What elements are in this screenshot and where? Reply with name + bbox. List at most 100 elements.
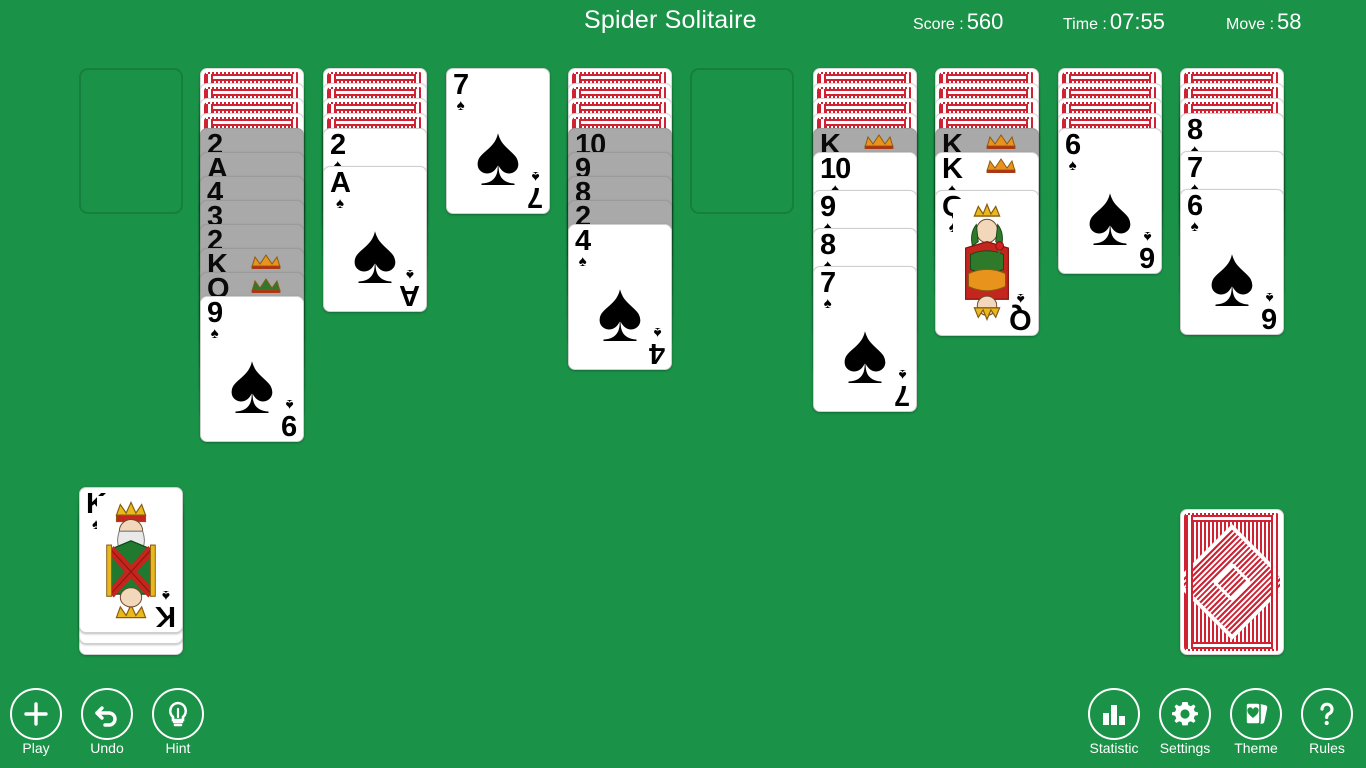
playing-card-6-spade[interactable]: 6 ♠ ♠ 6 ♠	[1058, 128, 1162, 274]
card-back-bar-top	[819, 74, 911, 81]
theme-button[interactable]: Theme	[1220, 688, 1292, 758]
card-back-bar-top	[206, 104, 298, 111]
card-rank: 7	[894, 379, 910, 411]
mini-king-crown-icon	[986, 158, 1016, 173]
page-title: Spider Solitaire	[584, 6, 757, 34]
card-rank: 2	[330, 129, 346, 161]
time-label: Time :	[1063, 16, 1107, 33]
card-back-bar-right	[1271, 515, 1278, 649]
card-corner-bottom-right: 6 ♠	[1262, 289, 1277, 334]
card-rank: 10	[820, 153, 851, 185]
card-rank: A	[400, 279, 420, 311]
card-back-bar-top	[941, 89, 1033, 96]
bar-chart-icon	[1088, 688, 1140, 740]
card-back-bar-top	[574, 89, 666, 96]
card-rank: 6	[1187, 190, 1203, 222]
mini-queen-crown-icon	[251, 278, 281, 293]
card-back-bar-top	[819, 104, 911, 111]
card-corner-top-left: 4 ♠	[575, 227, 591, 270]
card-back-bar-top	[1186, 89, 1278, 96]
card-corner-bottom-right: A ♠	[400, 266, 420, 311]
card-back-bar-left	[1186, 515, 1193, 649]
card-corner-top-left: 6 ♠	[1187, 190, 1203, 235]
card-corner-bottom-right: 9 ♠	[281, 396, 297, 441]
undo-arrow-icon	[81, 688, 133, 740]
card-rank: 9	[281, 409, 297, 441]
card-rank: 7	[527, 181, 543, 213]
rules-label: Rules	[1309, 740, 1345, 756]
card-corner-top-left: 6 ♠	[1065, 129, 1081, 174]
empty-column-slot-1[interactable]	[79, 68, 183, 214]
playing-card-7-spade[interactable]: 7 ♠ ♠ 7 ♠	[446, 68, 550, 214]
lightbulb-icon	[152, 688, 204, 740]
gear-icon	[1159, 688, 1211, 740]
score-display: Score :560	[913, 9, 1003, 35]
statistic-label: Statistic	[1089, 740, 1139, 756]
playing-card-4-spade[interactable]: 4 ♠ ♠ 4 ♠	[568, 224, 672, 370]
card-corner-bottom-right: K ♠	[156, 587, 176, 632]
playing-card-Q-spade[interactable]: Q ♠ Q ♠	[935, 190, 1039, 336]
court-art-king	[97, 496, 165, 624]
card-rank: A	[330, 167, 351, 199]
hint-button[interactable]: Hint	[142, 688, 214, 758]
card-rank: 6	[1065, 129, 1081, 161]
rules-button[interactable]: Rules	[1291, 688, 1363, 758]
card-back-bar-top	[206, 74, 298, 81]
undo-button[interactable]: Undo	[71, 688, 143, 758]
card-back-bar-top	[329, 89, 421, 96]
move-label: Move :	[1226, 16, 1275, 33]
statistic-button[interactable]: Statistic	[1078, 688, 1150, 758]
card-corner-bottom-right: 7 ♠	[527, 168, 543, 213]
card-rank: 9	[207, 297, 223, 329]
playing-card-9-spade[interactable]: 9 ♠ ♠ 9 ♠	[200, 296, 304, 442]
card-back-bar-bottom	[1186, 642, 1278, 649]
playing-card-6-spade[interactable]: 6 ♠ ♠ 6 ♠	[1180, 189, 1284, 335]
card-corner-bottom-right: Q ♠	[1010, 290, 1032, 335]
playing-card-7-spade[interactable]: 7 ♠ ♠ 7 ♠	[813, 266, 917, 412]
card-corner-top-left: 9♠	[207, 297, 223, 342]
card-back-bar-top	[329, 74, 421, 81]
hint-label: Hint	[165, 740, 191, 756]
plus-icon	[10, 688, 62, 740]
card-rank: K	[942, 153, 963, 185]
card-back-bar-top	[1064, 89, 1156, 96]
card-back-bar-top	[819, 89, 911, 96]
card-corner-top-left: 7♠	[820, 267, 836, 312]
card-back-bar-top	[1064, 104, 1156, 111]
foundation-top-card-K[interactable]: K ♠ K ♠	[79, 487, 183, 633]
card-back-bar-top	[1186, 74, 1278, 81]
cards-heart-icon	[1230, 688, 1282, 740]
mini-king-crown-icon	[251, 254, 281, 269]
card-back-bar-top	[329, 104, 421, 111]
card-back-bar-top	[819, 119, 911, 126]
card-back-bar-top	[1064, 119, 1156, 126]
play-button[interactable]: Play	[0, 688, 72, 758]
card-back-bar-top	[329, 119, 421, 126]
card-back-bar-top	[941, 119, 1033, 126]
card-corner-bottom-right: 6 ♠	[1139, 228, 1155, 273]
question-mark-icon	[1301, 688, 1353, 740]
card-rank: 4	[649, 337, 665, 369]
card-corner-bottom-right: 4 ♠	[649, 324, 665, 369]
card-back-pattern	[1184, 513, 1280, 651]
mini-king-crown-icon	[864, 134, 894, 149]
card-back-bar-top	[206, 89, 298, 96]
empty-column-slot-6[interactable]	[690, 68, 794, 214]
card-rank: 7	[820, 267, 836, 299]
card-corner-top-left: A ♠	[330, 167, 351, 212]
settings-label: Settings	[1159, 740, 1211, 756]
card-rank: 8	[820, 229, 836, 261]
game-header: Spider Solitaire Score :560 Time :07:55 …	[0, 0, 1366, 46]
stock-pile[interactable]	[1180, 509, 1284, 655]
card-back-bar-top	[574, 104, 666, 111]
settings-button[interactable]: Settings	[1149, 688, 1221, 758]
score-value: 560	[966, 9, 1004, 34]
move-display: Move :58	[1226, 9, 1302, 35]
playing-card-A-spade[interactable]: A ♠ ♠ A ♠	[323, 166, 427, 312]
card-rank: 7	[453, 69, 469, 101]
card-rank: 9	[820, 191, 836, 223]
card-rank: 6	[1139, 241, 1155, 273]
theme-label: Theme	[1234, 740, 1278, 756]
card-back-bar-top	[941, 104, 1033, 111]
time-value: 07:55	[1109, 9, 1165, 34]
